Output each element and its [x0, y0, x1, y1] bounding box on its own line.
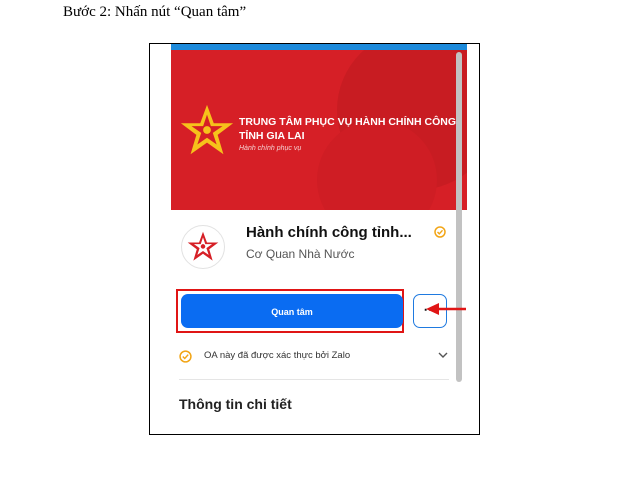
screenshot-frame: TRUNG TÂM PHỤC VỤ HÀNH CHÍNH CÔNG TỈNH G… — [149, 43, 480, 435]
chevron-down-icon[interactable] — [437, 350, 449, 360]
zalo-oa-profile: TRUNG TÂM PHỤC VỤ HÀNH CHÍNH CÔNG TỈNH G… — [171, 44, 467, 434]
verified-row[interactable]: OA này đã được xác thực bởi Zalo — [179, 347, 451, 367]
banner-title-line2: TỈNH GIA LAI — [239, 130, 305, 142]
annotation-arrow-icon — [426, 303, 466, 315]
logo-star-icon — [187, 231, 219, 261]
scrollbar[interactable] — [456, 52, 462, 382]
oa-category: Cơ Quan Nhà Nước — [246, 247, 355, 261]
banner-subtitle: Hành chính phục vụ — [239, 145, 302, 152]
verified-text: OA này đã được xác thực bởi Zalo — [204, 350, 351, 361]
verified-check-icon — [179, 350, 192, 363]
cover-banner: TRUNG TÂM PHỤC VỤ HÀNH CHÍNH CÔNG TỈNH G… — [171, 50, 467, 210]
divider — [179, 379, 449, 380]
step-instruction: Bước 2: Nhấn nút “Quan tâm” — [63, 4, 247, 20]
logo-star-icon — [180, 104, 234, 155]
verified-check-icon — [434, 226, 446, 238]
follow-button[interactable]: Quan tâm — [181, 294, 403, 328]
avatar[interactable] — [181, 225, 225, 269]
detail-section-title: Thông tin chi tiết — [179, 396, 292, 412]
oa-name: Hành chính công tỉnh... — [246, 224, 412, 241]
banner-title-line1: TRUNG TÂM PHỤC VỤ HÀNH CHÍNH CÔNG — [239, 116, 456, 128]
